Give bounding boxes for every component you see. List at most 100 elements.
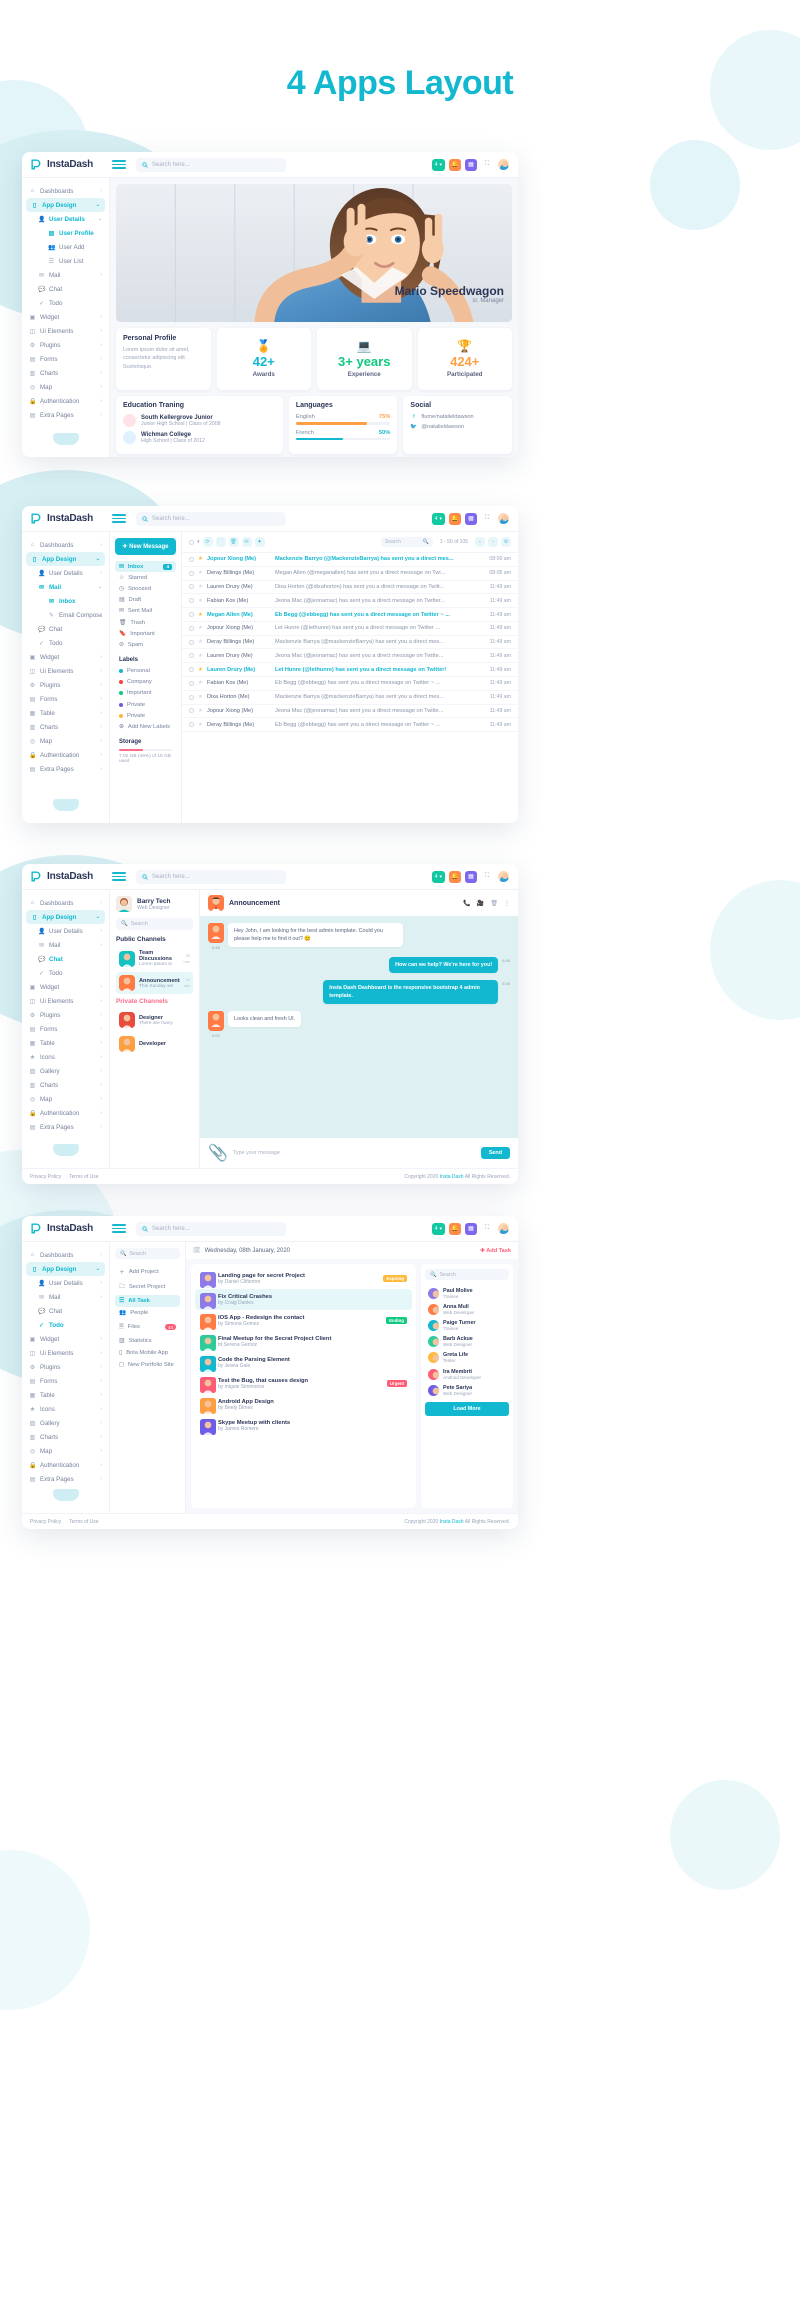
sidebar-item-authentication[interactable]: 🔒 Authentication › [22,394,109,408]
todo-nav-add-project[interactable]: ＋ Add Project [115,1264,180,1279]
privacy-policy-link[interactable]: Privacy Policy [30,1519,61,1525]
mail-folder-sent-mail[interactable]: ✉ Sent Mail [115,606,176,617]
member-row[interactable]: Pete Sariya Web Designer [425,1382,509,1398]
mail-row[interactable]: ★ Fabian Kos (Me) Jeona Mac (@jeonamac) ha… [182,594,518,609]
mail-label-private[interactable]: Private [115,710,176,721]
sidebar-item-gallery[interactable]: ▨ Gallery › [22,1416,109,1430]
bell-icon[interactable]: 🔔 [449,158,461,171]
task-row[interactable]: Android App Design by Beely Dimes [195,1394,412,1415]
row-checkbox[interactable] [189,625,194,631]
sidebar-item-authentication[interactable]: 🔒 Authentication › [22,748,109,762]
menu-toggle-icon[interactable] [112,1224,126,1233]
mail-row[interactable]: ★ Deray Billings (Me) Eb Begg (@ebbegg) ha… [182,718,518,733]
user-avatar[interactable] [497,158,510,171]
brand[interactable]: InstaDash [22,1222,110,1235]
todo-nav-people[interactable]: 👥 People [115,1307,180,1319]
bell-icon[interactable]: 🔔 [449,870,461,883]
delete-icon[interactable]: 🗑 [228,537,239,547]
apps-icon[interactable]: ▦ [465,158,477,171]
settings-icon[interactable]: ⚙ [501,537,511,547]
mark-read-icon[interactable]: ✉ [241,537,252,547]
sidebar-item-ui-elements[interactable]: ◫ Ui Elements › [22,664,109,678]
todo-nav-bnla-mobile-app[interactable]: ▯ Bnla Mobile App [115,1347,180,1359]
row-checkbox[interactable] [189,639,194,645]
sidebar-item-forms[interactable]: ▤ Forms › [22,1022,109,1036]
task-row[interactable]: IOS App - Redesign the contact by Simona … [195,1310,412,1331]
mail-folder-inbox[interactable]: ✉ Inbox 4 [115,561,176,573]
chat-channel-item[interactable]: Designer There are many [116,1009,193,1031]
sidebar-item-plugins[interactable]: ⚙ Plugins › [22,1360,109,1374]
task-row[interactable]: Landing page for secret Project by Daniel… [195,1268,412,1289]
sidebar-item-widget[interactable]: ▣ Widget › [22,1332,109,1346]
todo-nav-files[interactable]: 🗎 Files 44 [115,1319,180,1335]
star-icon[interactable]: ★ [198,556,203,562]
sidebar-item-chat[interactable]: 💬 Chat [22,952,109,966]
star-icon[interactable]: ★ [198,680,203,686]
sidebar-item-extra-pages[interactable]: ▤ Extra Pages › [22,1120,109,1134]
search-input[interactable]: Search here... [136,1221,286,1236]
sidebar-item-chat[interactable]: 💬 Chat [22,282,109,296]
chevron-down-icon[interactable]: ▾ [197,539,200,545]
mail-label-company[interactable]: Company [115,677,176,688]
sidebar-item-todo[interactable]: ✓ Todo [22,1318,109,1332]
sidebar-item-dashboards[interactable]: ⌂ Dashboards › [22,1248,109,1262]
sidebar-item-plugins[interactable]: ⚙ Plugins › [22,338,109,352]
trash-icon[interactable]: 🗑 [490,900,498,907]
archive-icon[interactable]: 🗀 [215,537,226,547]
sidebar-item-user-details[interactable]: 👤 User Details ⌄ [22,212,109,226]
search-input[interactable]: Search here... [136,869,286,884]
sidebar-item-app-design[interactable]: ▯ App Design ⌄ [26,1262,105,1276]
menu-toggle-icon[interactable] [112,872,126,881]
sidebar-item-extra-pages[interactable]: ▤ Extra Pages › [22,408,109,422]
bell-icon[interactable]: 🔔 [449,512,461,525]
more-icon[interactable]: ⋮ [504,900,510,907]
new-message-button[interactable]: ✈ New Message [115,538,176,555]
chat-search-input[interactable]: 🔍 Search [116,918,193,930]
mail-label-private[interactable]: Private [115,699,176,710]
apps-icon[interactable]: ▦ [465,870,477,883]
prev-page-icon[interactable]: ‹ [475,537,485,547]
chat-message-input[interactable]: Type your message [233,1150,476,1156]
row-checkbox[interactable] [189,694,194,700]
mail-row[interactable]: ★ Dixa Horton (Me) Mackenzie Barrya (@mack… [182,691,518,705]
refresh-icon[interactable]: ⟳ [202,537,213,547]
row-checkbox[interactable] [189,570,194,576]
sidebar-item-plugins[interactable]: ⚙ Plugins › [22,678,109,692]
fullscreen-icon[interactable]: ⛶ [481,159,493,171]
task-row[interactable]: Fix Critical Crashes by Craig Danles [195,1289,412,1310]
sidebar-item-map[interactable]: ◎ Map › [22,380,109,394]
task-row[interactable]: Final Meetup for the Secrat Project Clie… [195,1331,412,1352]
chat-channel-item[interactable]: Team Discussions Lorem Ipsum is 35 min [116,947,193,970]
sidebar-item-authentication[interactable]: 🔒 Authentication › [22,1458,109,1472]
row-checkbox[interactable] [189,598,194,604]
brand[interactable]: InstaDash [22,870,110,883]
task-row[interactable]: Test the Bug, that causes design by migui… [195,1373,412,1394]
sidebar-item-forms[interactable]: ▤ Forms › [22,1374,109,1388]
star-icon[interactable]: ★ [198,708,203,714]
notifications-pill[interactable]: 4 ▾ [431,158,445,171]
attachment-icon[interactable]: 📎 [208,1143,228,1163]
sidebar-item-authentication[interactable]: 🔒 Authentication › [22,1106,109,1120]
mail-folder-starred[interactable]: ☆ Starred [115,572,176,583]
chat-channel-item[interactable]: Announcement This Sunday we 16 min [116,972,193,994]
chat-channel-item[interactable]: Developer [116,1033,193,1055]
sidebar-item-dashboards[interactable]: ⌂ Dashboards › [22,184,109,198]
sidebar-item-email-compose[interactable]: ✎ Email Compose [22,608,109,622]
sidebar-item-ui-elements[interactable]: ◫ Ui Elements › [22,1346,109,1360]
mail-row[interactable]: ★ Lauren Drury (Me) Dixa Horton (@dixahort… [182,581,518,595]
social-item[interactable]: f flume/natalieldawson [410,414,505,420]
row-checkbox[interactable] [189,612,194,618]
todo-search-input[interactable]: 🔍 Search [115,1248,180,1259]
mail-row[interactable]: ★ Deray Billings (Me) Mackenzie Barrya (@m… [182,636,518,650]
search-input[interactable]: Search here... [136,157,286,172]
notifications-pill[interactable]: 4 ▾ [431,1222,445,1235]
sidebar-item-gallery[interactable]: ▨ Gallery › [22,1064,109,1078]
menu-toggle-icon[interactable] [112,514,126,523]
copyright-link[interactable]: Insta Dash [440,1174,464,1180]
fullscreen-icon[interactable]: ⛶ [481,871,493,883]
search-input[interactable]: Search here... [136,511,286,526]
terms-link[interactable]: Terms of Use [69,1519,98,1525]
menu-toggle-icon[interactable] [112,160,126,169]
sidebar-item-charts[interactable]: ▥ Charts › [22,366,109,380]
star-icon[interactable]: ★ [198,570,203,576]
